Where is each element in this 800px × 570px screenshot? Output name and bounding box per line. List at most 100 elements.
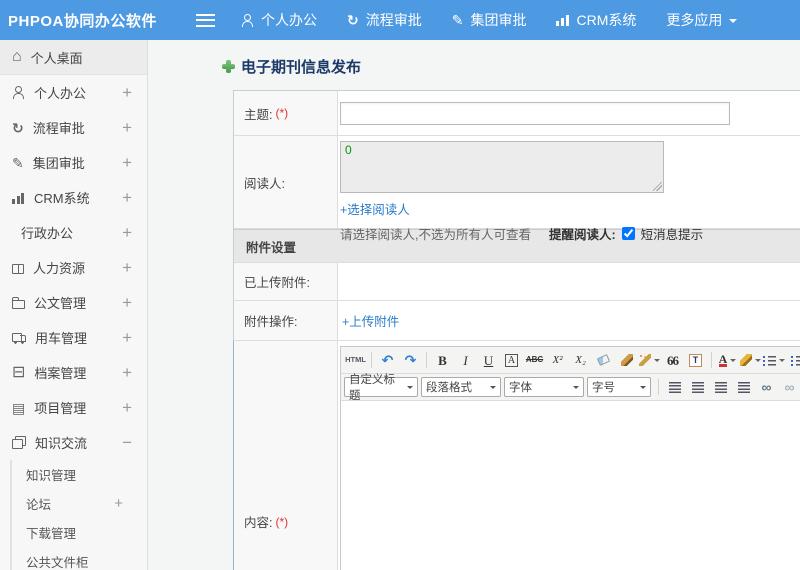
expand-plus-icon[interactable]: + <box>122 293 132 313</box>
bold-button[interactable]: B <box>432 350 453 370</box>
unlink-button[interactable]: ∞ <box>779 377 800 397</box>
user-icon <box>241 13 254 27</box>
expand-plus-icon[interactable]: + <box>122 398 132 418</box>
sidebar-item-用车管理[interactable]: 用车管理 + <box>0 320 147 355</box>
sidebar-item-行政办公[interactable]: 行政办公 + <box>0 215 147 250</box>
redo-button[interactable]: ↷ <box>400 350 421 370</box>
sidebar-item-集团审批[interactable]: ✎ 集团审批 + <box>0 145 147 180</box>
font-size-select[interactable]: 字号 <box>587 377 651 397</box>
topnav-crm-system[interactable]: CRM系统 <box>556 10 636 30</box>
content-row: 内容: (*) HTML ↶ ↷ B I U A ABC X² X₂ 66 T A 自定义标题 段落格式字… <box>233 341 800 570</box>
expand-plus-icon[interactable]: + <box>122 258 132 278</box>
topnav-workflow-approval[interactable]: ↻ 流程审批 <box>347 10 422 30</box>
attachment-section-title: 附件设置 <box>246 240 297 255</box>
unordered-list-button[interactable] <box>787 350 800 370</box>
underline-button[interactable]: U <box>478 350 499 370</box>
edit-icon: ✎ <box>451 12 464 28</box>
sidebar-subitem-label: 知识管理 <box>26 469 77 483</box>
link-button[interactable]: ∞ <box>756 377 777 397</box>
readers-textarea[interactable]: 0 <box>340 141 664 193</box>
format-brush-button[interactable] <box>616 350 637 370</box>
paste-as-text-button[interactable]: T <box>685 350 706 370</box>
expand-plus-icon[interactable]: + <box>122 153 132 173</box>
paste-as-text-button-glyph: T <box>688 353 703 367</box>
topnav-more-apps[interactable]: 更多应用 <box>666 10 738 30</box>
blockquote-button[interactable]: 66 <box>662 350 683 370</box>
topnav-label: 更多应用 <box>666 12 723 28</box>
highlight-color-button-icon <box>740 354 752 366</box>
editor-body[interactable] <box>341 401 800 570</box>
font-color-button[interactable]: A <box>717 350 738 370</box>
sidebar-subitem-下载管理[interactable]: 下载管理 <box>12 518 147 547</box>
subscript-button-glyph: X₂ <box>575 353 586 366</box>
toolbar-separator <box>371 352 372 368</box>
subject-input[interactable] <box>340 101 730 125</box>
italic-button[interactable]: I <box>455 350 476 370</box>
heading-select[interactable]: 自定义标题 <box>344 374 418 402</box>
collapse-minus-icon[interactable]: − <box>122 433 132 453</box>
expand-plus-icon[interactable]: + <box>122 328 132 348</box>
expand-plus-icon[interactable]: + <box>114 495 123 512</box>
app-brand: PHPOA协同办公软件 <box>8 12 157 30</box>
font-format-button[interactable]: A <box>501 350 522 370</box>
topnav-group-approval[interactable]: ✎ 集团审批 <box>452 10 527 30</box>
sidebar-item-档案管理[interactable]: ⊟ 档案管理 + <box>0 355 147 390</box>
dropdown-caret-icon <box>730 359 737 365</box>
page-title-bar: 电子期刊信息发布 <box>222 56 800 77</box>
paragraph-format-select[interactable]: 段落格式 <box>421 377 501 397</box>
uploaded-attachment-label: 已上传附件: <box>234 263 338 300</box>
highlight-color-button[interactable] <box>740 350 761 370</box>
sidebar-subitem-公共文件柜[interactable]: 公共文件柜 <box>12 547 147 570</box>
justify-button[interactable] <box>733 377 754 397</box>
expand-plus-icon[interactable]: + <box>122 188 132 208</box>
source-code-button[interactable]: HTML <box>345 350 366 370</box>
undo-button[interactable]: ↶ <box>377 350 398 370</box>
readers-cell: 0 +选择阅读人 请选择阅读人,不选为所有人可查看 提醒阅读人: 短消息提示 <box>338 136 800 242</box>
remove-format-button[interactable] <box>593 350 614 370</box>
sidebar-subitem-label: 下载管理 <box>26 527 77 541</box>
sms-notify-label: 短消息提示 <box>640 228 704 242</box>
align-left-button[interactable] <box>664 377 685 397</box>
expand-plus-icon[interactable]: + <box>122 363 132 383</box>
sidebar-item-知识交流[interactable]: 知识交流 − <box>0 425 147 460</box>
sidebar-subitem-知识管理[interactable]: 知识管理 <box>12 460 147 489</box>
readers-hint: 请选择阅读人,不选为所有人可查看 <box>340 228 531 242</box>
ordered-list-button[interactable] <box>763 350 785 370</box>
sidebar-item-CRM系统[interactable]: CRM系统 + <box>0 180 147 215</box>
home-icon: ⌂ <box>12 48 22 65</box>
attachment-action-row: 附件操作: +上传附件 <box>234 301 800 341</box>
align-right-button-icon <box>714 381 727 393</box>
font-family-select[interactable]: 字体 <box>504 377 584 397</box>
auto-typeset-button[interactable] <box>639 350 660 370</box>
expand-plus-icon[interactable]: + <box>122 118 132 138</box>
toolbar-separator <box>711 352 712 368</box>
sidebar-item-label: 公文管理 <box>34 296 87 311</box>
sidebar-item-项目管理[interactable]: ▤ 项目管理 + <box>0 390 147 425</box>
select-arrow-icon <box>490 386 496 392</box>
sidebar-item-人力资源[interactable]: 人力资源 + <box>0 250 147 285</box>
sidebar-item-个人桌面[interactable]: ⌂ 个人桌面 <box>0 40 147 75</box>
attachment-action-label: 附件操作: <box>234 301 338 340</box>
topnav-personal-office[interactable]: 个人办公 <box>241 10 317 30</box>
strikethrough-button[interactable]: ABC <box>524 350 545 370</box>
sidebar-item-个人办公[interactable]: 个人办公 + <box>0 75 147 110</box>
sidebar-subitem-论坛[interactable]: 论坛 + <box>12 489 147 518</box>
folder-icon <box>11 297 25 309</box>
upload-attachment-link[interactable]: +上传附件 <box>342 311 399 330</box>
select-readers-link[interactable]: +选择阅读人 <box>340 199 410 218</box>
toolbar-separator <box>426 352 427 368</box>
expand-plus-icon[interactable]: + <box>122 83 132 103</box>
ordered-list-button-icon <box>763 354 776 366</box>
strikethrough-button-glyph: ABC <box>525 355 544 364</box>
chart-icon <box>556 14 570 26</box>
superscript-button[interactable]: X² <box>547 350 568 370</box>
expand-plus-icon[interactable]: + <box>122 223 132 243</box>
sidebar-item-label: 个人桌面 <box>30 50 83 66</box>
sidebar-item-公文管理[interactable]: 公文管理 + <box>0 285 147 320</box>
subscript-button[interactable]: X₂ <box>570 350 591 370</box>
align-right-button[interactable] <box>710 377 731 397</box>
hamburger-menu-icon[interactable] <box>196 13 215 27</box>
sidebar-item-流程审批[interactable]: ↻ 流程审批 + <box>0 110 147 145</box>
sms-checkbox[interactable] <box>621 227 635 240</box>
align-center-button[interactable] <box>687 377 708 397</box>
